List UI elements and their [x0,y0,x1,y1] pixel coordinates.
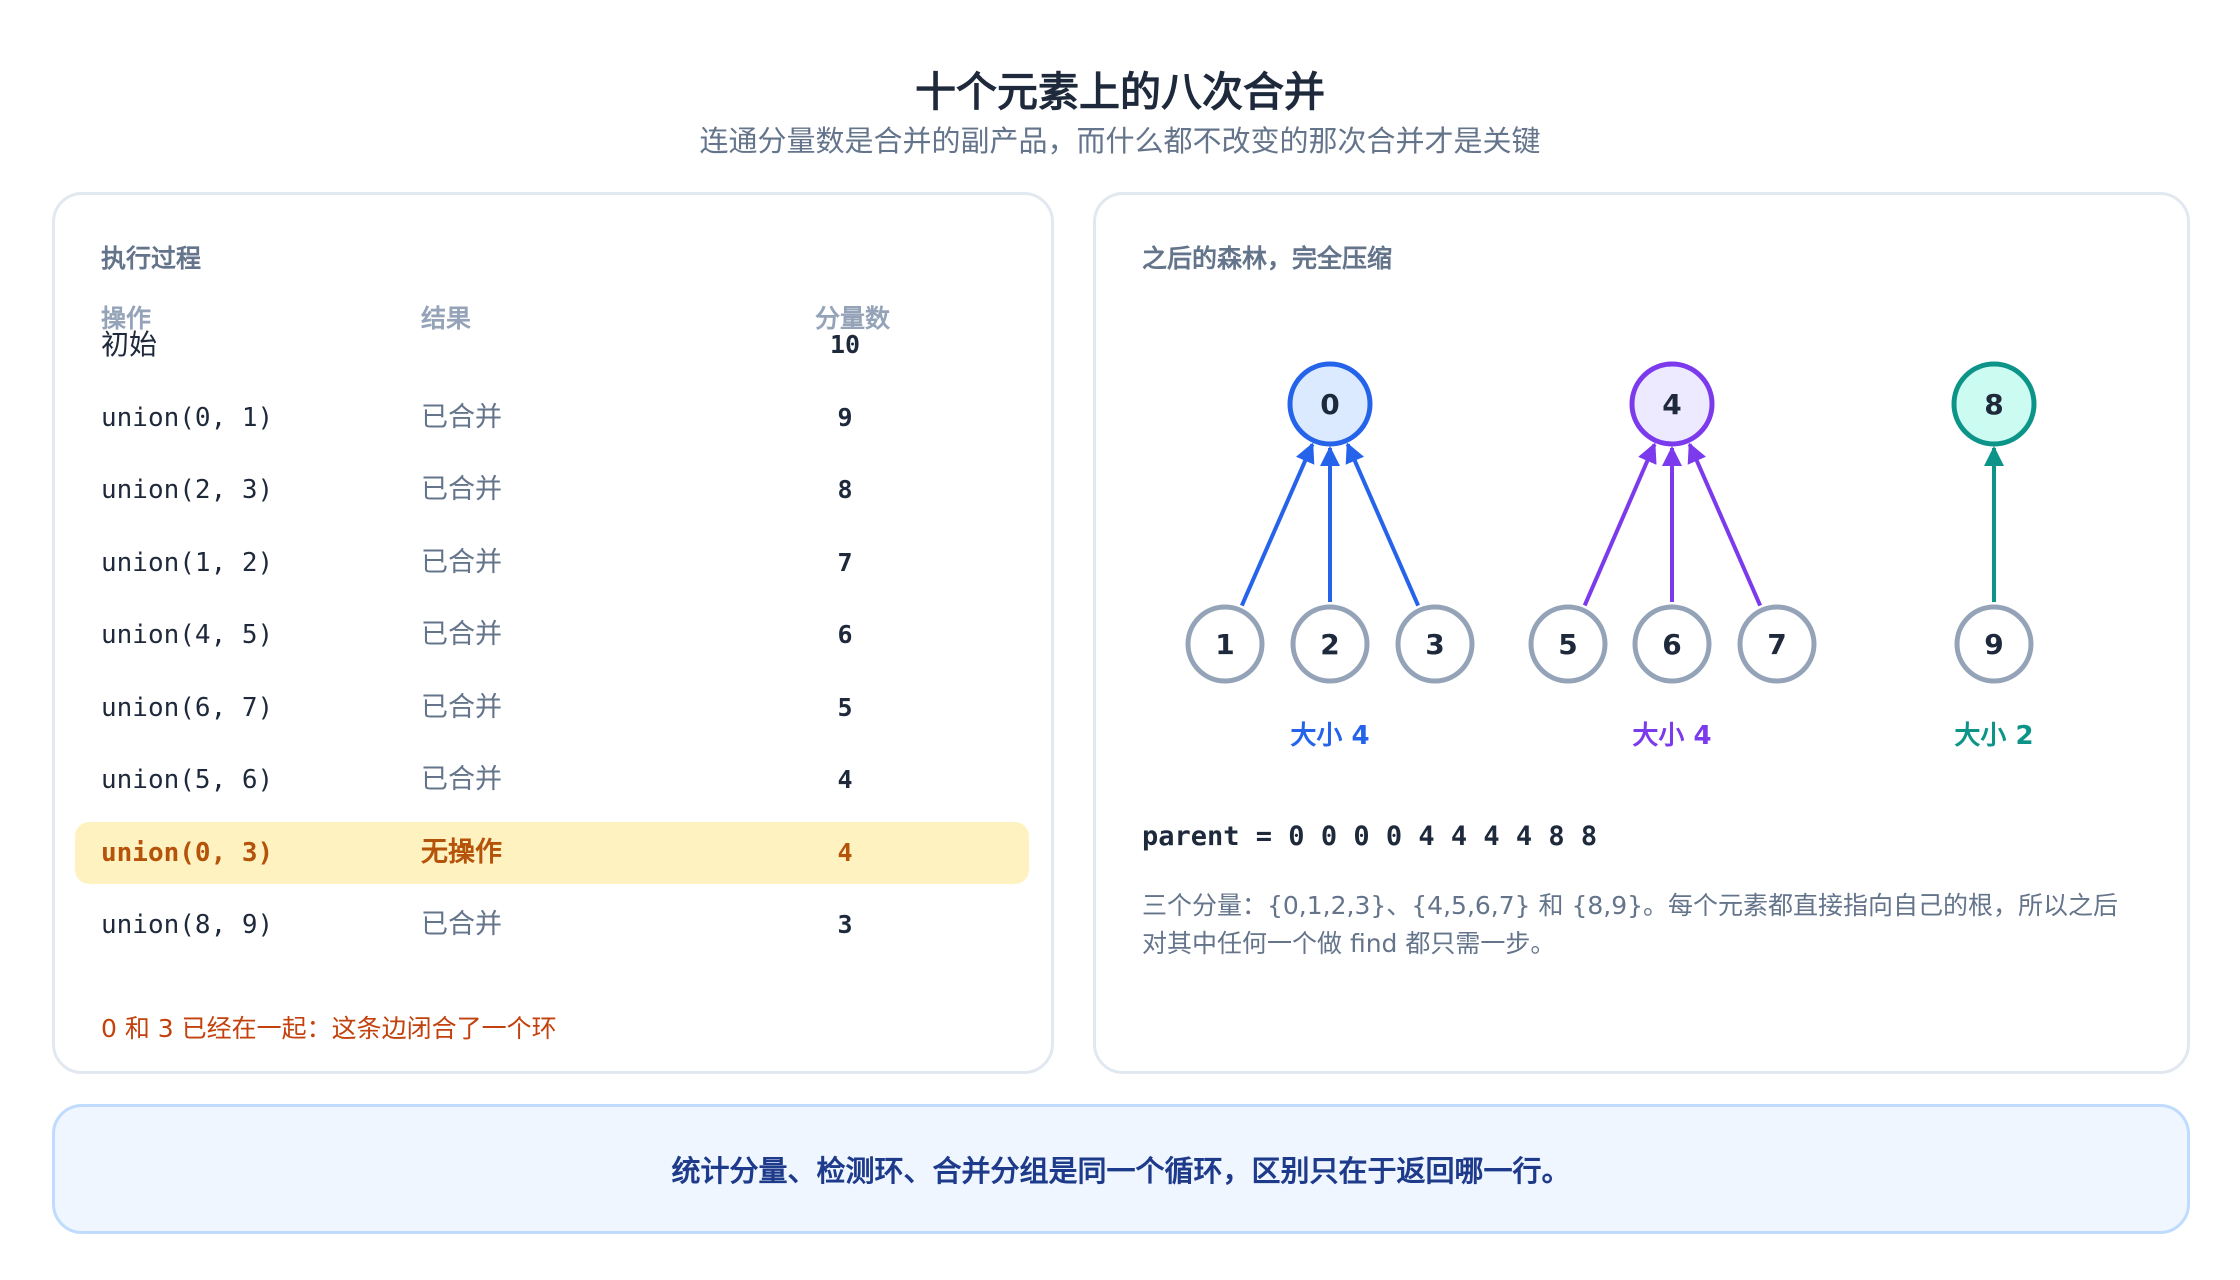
parent-edge [1240,442,1315,607]
row-op: union(5, 6) [101,765,274,795]
child-node-label: 9 [1984,628,2003,661]
cycle-note: 0 和 3 已经在一起：这条边闭合了一个环 [101,1014,557,1043]
child-node-label: 5 [1558,628,1577,661]
row-op: 初始 [101,328,158,361]
tree-size-label: 大小 4 [1632,721,1711,751]
row-count: 4 [837,837,853,867]
tree-size-label: 大小 4 [1290,721,1369,751]
parent-edge [1345,442,1420,607]
row-result: 无操作 [421,836,502,868]
row-op: union(4, 5) [101,620,274,650]
tree-size-label: 大小 2 [1954,721,2033,751]
row-result: 已合并 [421,474,502,505]
summary-text: 统计分量、检测环、合并分组是同一个循环，区别只在于返回哪一行。 [671,1154,1571,1188]
forest-card: 之后的森林，完全压缩 1 2 3 0 大小 4 5 6 7 4 大小 4 9 8 大小 2 parent… [1093,192,2190,1074]
table-row: union(0, 1) 已合并 9 [55,387,1051,449]
root-node-label: 8 [1984,388,2003,421]
row-count: 3 [837,910,853,939]
row-result: 已合并 [421,691,502,723]
table-row-highlight: union(0, 3) 无操作 4 [55,821,1051,884]
row-op: union(8, 9) [101,910,274,940]
row-op: union(0, 1) [101,402,274,433]
execution-title: 执行过程 [101,244,202,273]
row-count: 6 [837,620,853,649]
forest-diagram: 1 2 3 0 大小 4 5 6 7 4 大小 4 9 8 大小 2 [1185,361,2037,751]
child-node-label: 6 [1662,628,1681,661]
root-node-label: 0 [1320,388,1339,421]
table-row: union(8, 9) 已合并 3 [55,894,1051,956]
table-row: union(1, 2) 已合并 7 [55,532,1051,594]
page-title: 十个元素上的八次合并 [915,68,1325,116]
table-row: union(2, 3) 已合并 8 [55,459,1051,521]
row-count: 9 [837,402,853,432]
child-node-label: 7 [1767,628,1786,661]
parent-label: parent = [1142,821,1273,852]
parent-array: parent = 0 0 0 0 4 4 4 4 8 8 [1142,821,1597,852]
parent-edge [1687,442,1762,607]
row-count: 5 [837,692,853,722]
row-result: 已合并 [421,619,502,650]
child-node-label: 1 [1215,628,1234,661]
row-count: 7 [837,547,853,577]
row-op: union(6, 7) [101,692,274,723]
row-result: 已合并 [421,546,502,578]
page-subtitle: 连通分量数是合并的副产品，而什么都不改变的那次合并才是关键 [699,124,1541,158]
root-node-label: 4 [1662,388,1681,421]
table-row: union(6, 7) 已合并 5 [55,677,1051,739]
parent-values: 0 0 0 0 4 4 4 4 8 8 [1272,821,1598,852]
row-op: union(1, 2) [101,547,274,578]
summary-banner: 统计分量、检测环、合并分组是同一个循环，区别只在于返回哪一行。 [52,1104,2190,1234]
row-result: 已合并 [421,401,502,433]
row-op: union(2, 3) [101,475,274,505]
row-result: 已合并 [421,764,502,795]
table-row: 初始 10 [55,314,1051,376]
row-count: 8 [837,475,853,504]
child-node-label: 2 [1320,628,1339,661]
parent-edge [1582,442,1657,607]
row-count: 10 [829,330,861,359]
table-row: union(5, 6) 已合并 4 [55,749,1051,811]
row-result: 已合并 [421,909,502,940]
row-op: union(0, 3) [101,837,274,868]
row-count: 4 [837,765,853,794]
execution-card: 执行过程 操作 结果 分量数 初始 10 union(0, 1) 已合并 9 union(… [52,192,1054,1074]
table-row: union(4, 5) 已合并 6 [55,604,1051,666]
forest-description: 三个分量：{0,1,2,3}、{4,5,6,7} 和 {8,9}。每个元素都直接… [1142,891,2119,958]
child-node-label: 3 [1425,628,1444,661]
